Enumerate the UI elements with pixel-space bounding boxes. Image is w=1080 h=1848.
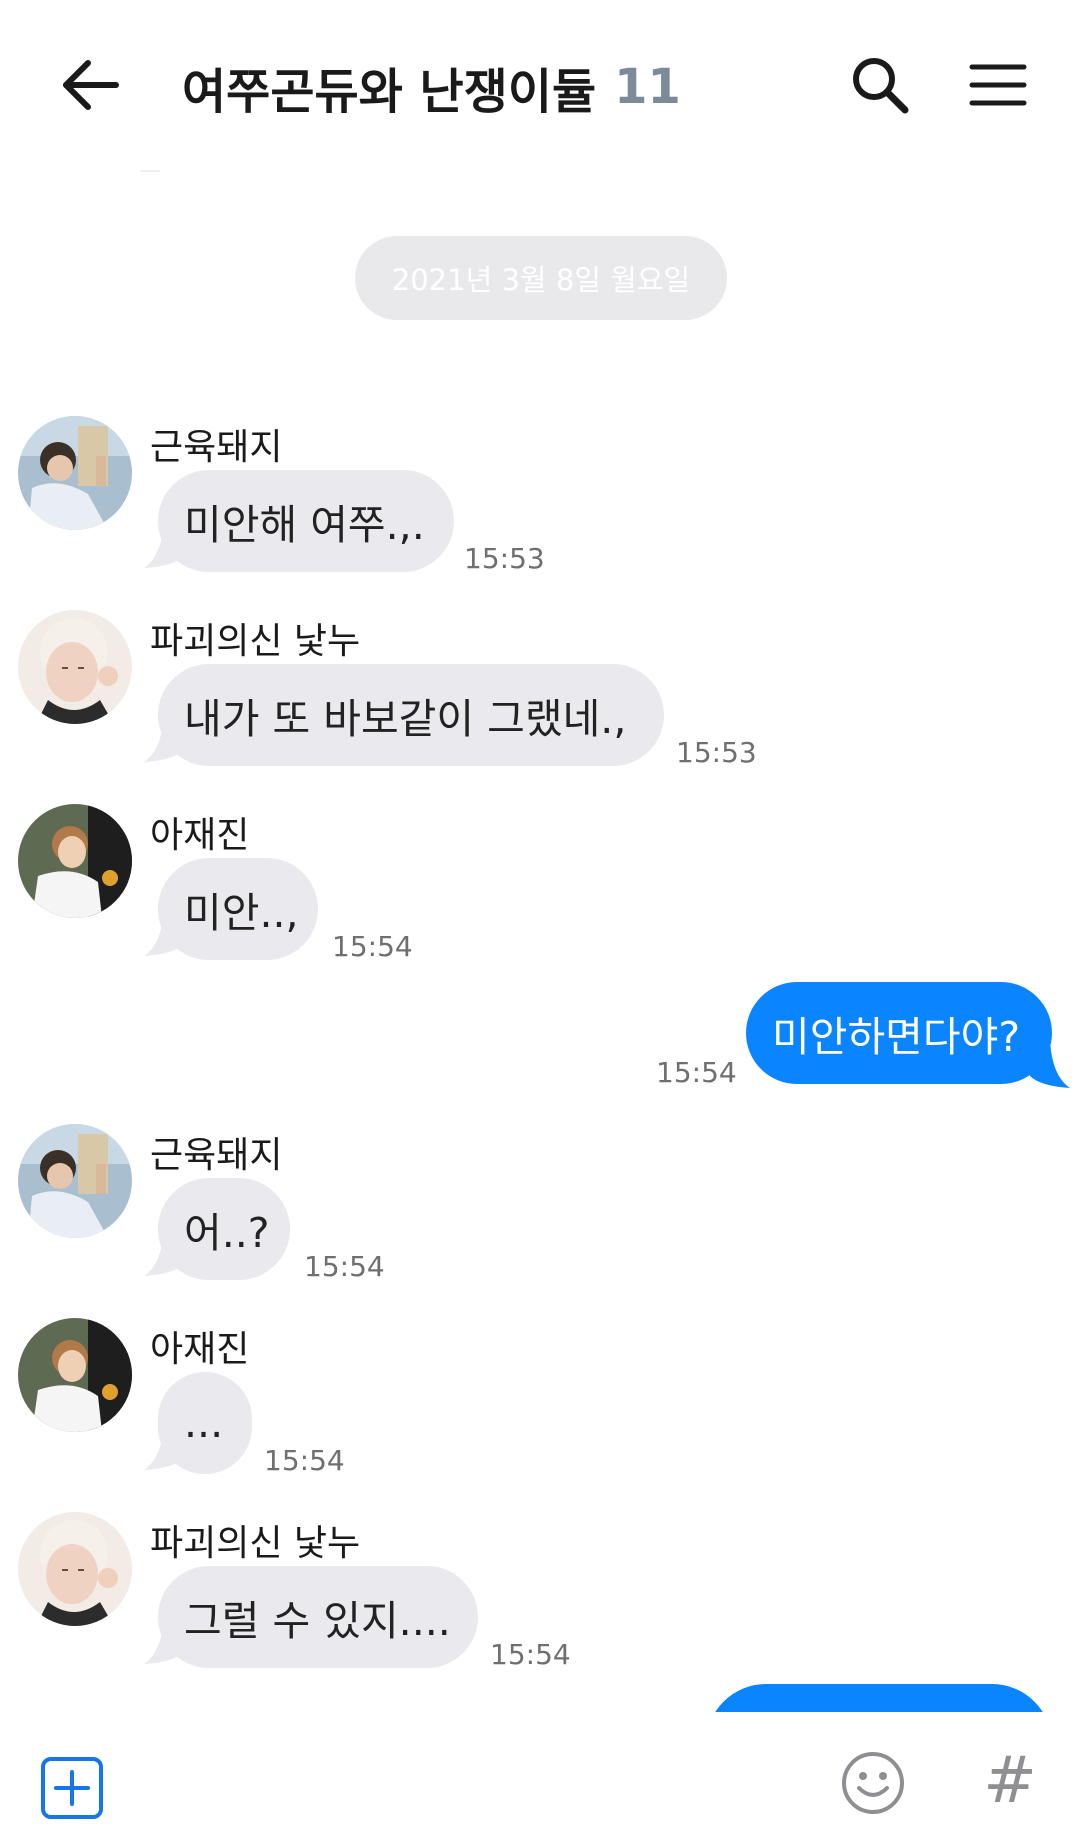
chat-header: 여쭈곤듀와 난쟁이듈 11	[0, 0, 1080, 170]
message-time: 15:54	[304, 1250, 385, 1283]
hashtag-button[interactable]: #	[980, 1748, 1040, 1814]
header-divider	[140, 170, 160, 172]
back-button[interactable]	[50, 45, 130, 125]
message-bubble[interactable]: 미안..,	[158, 858, 318, 960]
chat-title: 여쭈곤듀와 난쟁이듈	[182, 64, 597, 120]
message-text: 미안..,	[184, 889, 299, 937]
date-divider: 2021년 3월 8일 월요일	[355, 236, 727, 320]
search-button[interactable]	[845, 50, 915, 120]
message-bubble[interactable]: 내가 또 바보같이 그랬네.,	[158, 664, 664, 766]
attach-button[interactable]	[40, 1756, 104, 1820]
sender-name: 아재진	[150, 1329, 250, 1370]
message-time: 15:54	[264, 1444, 345, 1477]
avatar-sender-destroyer[interactable]	[18, 610, 132, 724]
emoji-button[interactable]	[840, 1750, 906, 1816]
search-icon	[853, 58, 909, 114]
message-text: 내가 또 바보같이 그랬네.,	[184, 695, 627, 743]
sender-name: 파괴의신 낯누	[150, 621, 361, 662]
smiley-icon	[842, 1752, 904, 1814]
message-text: 그럴 수 있지....	[184, 1597, 451, 1645]
message-text: ...	[184, 1399, 224, 1447]
input-bar	[0, 1712, 1080, 1848]
member-count: 11	[614, 59, 681, 115]
message-time: 15:53	[464, 542, 545, 575]
message-text: 어..?	[184, 1209, 270, 1257]
message-bubble[interactable]: 미안해 여쭈.,.	[158, 470, 454, 572]
sender-name: 근육돼지	[150, 427, 283, 468]
message-time: 15:54	[332, 930, 413, 963]
message-time: 15:54	[656, 1056, 737, 1089]
chat-screen: 여쭈곤듀와 난쟁이듈 11 2021년 3월 8일 월요일 근육돼지 미안해 여…	[0, 0, 1080, 1848]
message-bubble[interactable]: ...	[158, 1372, 252, 1474]
avatar-sender-destroyer[interactable]	[18, 1512, 132, 1626]
sender-name: 근육돼지	[150, 1135, 283, 1176]
sender-name: 파괴의신 낯누	[150, 1523, 361, 1564]
sender-name: 아재진	[150, 815, 250, 856]
hamburger-menu-icon	[969, 64, 1027, 106]
arrow-left-icon	[63, 60, 119, 110]
outgoing-message-bubble[interactable]: 미안하면다야?	[746, 982, 1052, 1084]
message-text: 미안해 여쭈.,.	[184, 501, 425, 549]
message-time: 15:53	[676, 736, 757, 769]
avatar-sender-muscle[interactable]	[18, 416, 132, 530]
hashtag-icon: #	[983, 1744, 1037, 1818]
message-text: 미안하면다야?	[772, 1013, 1021, 1061]
chat-title-area[interactable]: 여쭈곤듀와 난쟁이듈 11	[182, 52, 681, 122]
avatar-sender-uncle-jin[interactable]	[18, 1318, 132, 1432]
message-bubble[interactable]: 어..?	[158, 1178, 290, 1280]
avatar-sender-uncle-jin[interactable]	[18, 804, 132, 918]
avatar-sender-muscle[interactable]	[18, 1124, 132, 1238]
message-bubble[interactable]: 그럴 수 있지....	[158, 1566, 478, 1668]
message-time: 15:54	[490, 1638, 571, 1671]
menu-button[interactable]	[968, 55, 1028, 115]
plus-square-icon	[41, 1757, 103, 1819]
